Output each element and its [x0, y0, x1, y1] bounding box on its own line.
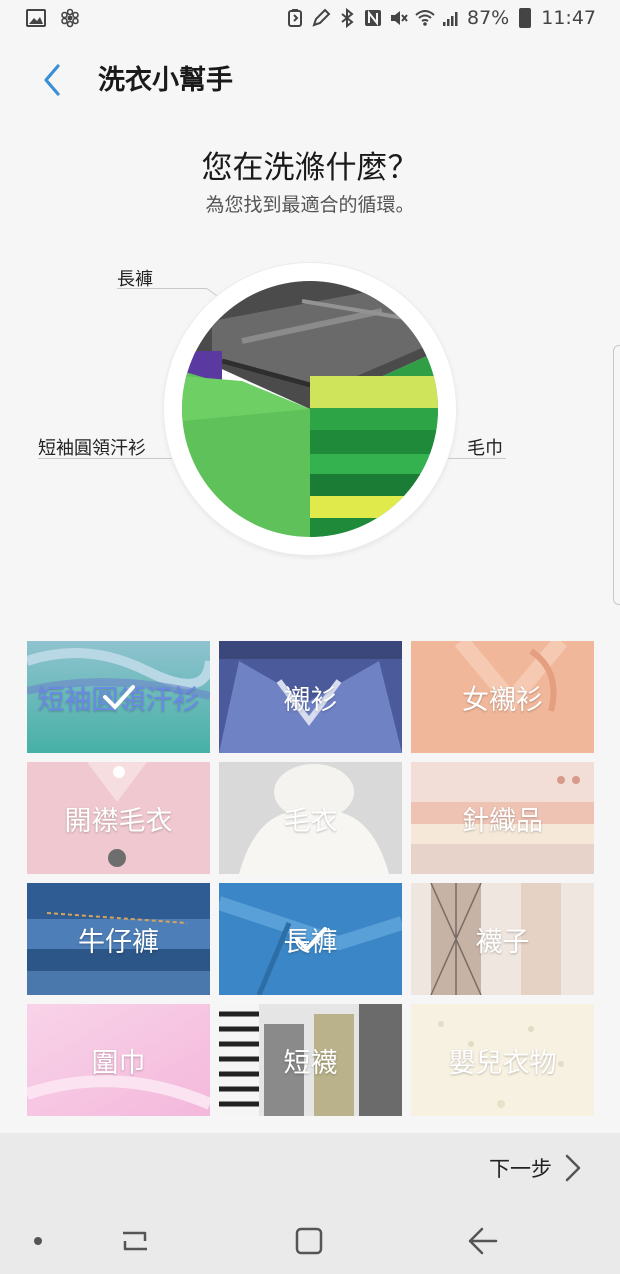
- next-button-label: 下一步: [489, 1157, 552, 1181]
- tile-shirt[interactable]: 襯衫: [219, 641, 402, 753]
- clothing-grid: 短袖圓領汗衫 襯衫 女襯衫 開襟毛衣 毛衣 針織品 牛仔褲 長褲 襪子 圍巾 短…: [27, 641, 594, 1117]
- selection-preview-image: [182, 281, 438, 537]
- page-title: 洗衣小幫手: [98, 65, 233, 96]
- chevron-left-icon: [44, 64, 60, 96]
- status-bar: 87% 11:47: [0, 0, 620, 38]
- tile-scarf[interactable]: 圍巾: [27, 1004, 210, 1116]
- tile-knitwear-label: 針織品: [462, 805, 543, 837]
- tile-short-socks[interactable]: 短襪: [219, 1004, 402, 1116]
- question-subtitle: 為您找到最適合的循環。: [205, 194, 415, 216]
- recent-apps-icon[interactable]: [115, 1221, 155, 1261]
- tile-tshirt[interactable]: 短袖圓領汗衫: [27, 641, 210, 753]
- tile-sweater-label: 毛衣: [283, 805, 338, 837]
- clock: 11:47: [541, 7, 596, 29]
- signal-icon: [443, 12, 458, 26]
- nav-dot-icon[interactable]: [18, 1221, 58, 1261]
- pen-icon: [312, 8, 331, 27]
- tile-baby-clothes-label: 嬰兒衣物: [448, 1047, 557, 1079]
- tile-jeans[interactable]: 牛仔褲: [27, 883, 210, 995]
- tile-blouse[interactable]: 女襯衫: [411, 641, 594, 753]
- next-button[interactable]: 下一步: [489, 1153, 582, 1183]
- tile-blouse-label: 女襯衫: [462, 684, 543, 716]
- tile-baby-clothes[interactable]: 嬰兒衣物: [411, 1004, 594, 1116]
- tile-stockings-label: 襪子: [475, 926, 530, 958]
- tile-knitwear[interactable]: 針織品: [411, 762, 594, 874]
- system-nav-bar: [0, 1203, 620, 1274]
- status-right: 87% 11:47: [285, 7, 596, 29]
- bluetooth-icon: [341, 8, 354, 28]
- battery-icon: [519, 8, 532, 28]
- image-icon: [26, 9, 46, 27]
- tile-shirt-label: 襯衫: [283, 684, 338, 716]
- status-left: [26, 8, 80, 28]
- flower-icon: [61, 8, 79, 28]
- callout-top-line: [117, 288, 207, 289]
- tile-cardigan-label: 開襟毛衣: [64, 805, 173, 837]
- tile-stockings[interactable]: 襪子: [411, 883, 594, 995]
- tile-pants-check-icon: [294, 927, 327, 952]
- footer-bar: 下一步: [0, 1133, 620, 1203]
- tile-pants[interactable]: 長褲: [219, 883, 402, 995]
- nfc-icon: [365, 10, 381, 26]
- chevron-right-icon: [565, 1154, 581, 1182]
- back-nav-icon[interactable]: [462, 1221, 502, 1261]
- wifi-icon: [415, 10, 435, 26]
- mute-icon: [391, 11, 408, 25]
- home-icon[interactable]: [289, 1221, 329, 1261]
- tile-tshirt-check-icon: [102, 685, 135, 710]
- battery-percent: 87%: [467, 7, 510, 29]
- callout-right-label: 毛巾: [467, 438, 503, 459]
- app-header: 洗衣小幫手: [0, 38, 620, 118]
- question-heading: 您在洗滌什麼？: [201, 150, 419, 186]
- back-button[interactable]: [30, 58, 74, 102]
- callout-left-label: 短袖圓領汗衫: [38, 438, 146, 459]
- tile-scarf-label: 圍巾: [91, 1047, 146, 1079]
- battery-saver-icon: [288, 9, 302, 27]
- tile-cardigan[interactable]: 開襟毛衣: [27, 762, 210, 874]
- tile-sweater[interactable]: 毛衣: [219, 762, 402, 874]
- tile-short-socks-label: 短襪: [283, 1047, 338, 1079]
- scrollbar-thumb[interactable]: [613, 345, 620, 605]
- selection-preview-circle: [164, 263, 456, 555]
- tile-jeans-label: 牛仔褲: [78, 926, 159, 958]
